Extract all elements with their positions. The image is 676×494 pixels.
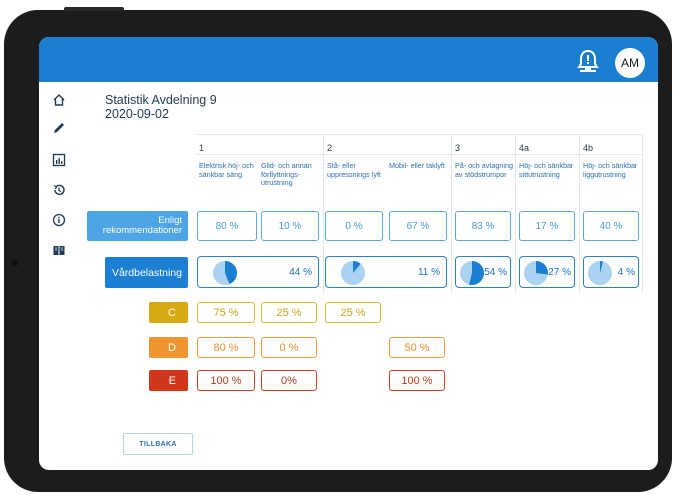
enligt-cell-7: 40 % — [583, 211, 639, 241]
user-avatar[interactable]: AM — [615, 48, 645, 78]
enligt-cell-6: 17 % — [519, 211, 575, 241]
col-desc-1b: Glid- och annan förflyttnings-utrustning — [261, 161, 312, 188]
e-cell-4: 100 % — [389, 370, 445, 391]
col-divider-3 — [451, 134, 452, 294]
vard-pie-5 — [588, 261, 612, 285]
e-cell-1: 100 % — [197, 370, 255, 391]
col-divider-2 — [323, 134, 324, 294]
col-divider-end — [642, 134, 643, 294]
vard-pie-2 — [341, 261, 365, 285]
vard-value-2: 11 % — [417, 266, 440, 278]
row-label-e: E — [149, 370, 188, 391]
c-cell-3: 25 % — [325, 302, 381, 323]
edit-icon[interactable] — [52, 121, 66, 135]
enligt-cell-2: 10 % — [261, 211, 319, 241]
col-desc-2b: Mobil- eller taklyft — [389, 161, 445, 170]
vard-value-4: 27 % — [548, 266, 571, 278]
d-cell-4: 50 % — [389, 337, 445, 358]
col-desc-3: På- och avtagning av stödstrumpor — [455, 161, 513, 179]
header-mid-line — [196, 154, 642, 155]
vard-pie-4 — [524, 261, 548, 285]
home-icon[interactable] — [52, 93, 66, 107]
vard-value-5: 4 % — [617, 266, 635, 278]
col-desc-4b: Höj- och sänkbar liggutrustning — [583, 161, 638, 179]
vard-value-3: 54 % — [484, 266, 507, 278]
vard-cell-3: 54 % — [455, 256, 511, 288]
vard-pie-3 — [460, 261, 484, 285]
c-cell-1: 75 % — [197, 302, 255, 323]
row-label-d: D — [149, 337, 188, 358]
book-icon[interactable] — [52, 243, 66, 257]
col-num-3: 3 — [455, 143, 461, 153]
col-divider-4a — [515, 134, 516, 294]
row-label-c: C — [149, 302, 188, 323]
header-top-line — [196, 134, 642, 135]
enligt-cell-5: 83 % — [455, 211, 511, 241]
enligt-cell-1: 80 % — [197, 211, 257, 241]
col-desc-1: Elektrisk höj- och sänkbar säng — [199, 161, 254, 179]
notification-bell-icon[interactable] — [577, 49, 599, 73]
enligt-cell-4: 67 % — [389, 211, 447, 241]
vard-pie-1 — [213, 261, 237, 285]
volume-button — [64, 7, 124, 11]
col-num-4b: 4b — [583, 143, 594, 153]
pie-slice — [536, 261, 548, 275]
col-desc-4a: Höj- och sänkbar sittutrustning — [519, 161, 574, 179]
row-label-enligt: Enligt rekommendationer — [87, 211, 188, 241]
chart-icon[interactable] — [52, 153, 66, 167]
d-cell-2: 0 % — [261, 337, 317, 358]
col-num-1: 1 — [199, 143, 205, 153]
c-cell-2: 25 % — [261, 302, 317, 323]
back-button[interactable]: TILLBAKA — [123, 433, 193, 455]
page-date: 2020-09-02 — [105, 107, 169, 121]
page-title-text: Statistik Avdelning 9 — [105, 93, 217, 107]
d-cell-1: 80 % — [197, 337, 255, 358]
info-icon[interactable] — [52, 213, 66, 227]
camera-icon — [12, 260, 18, 266]
vard-cell-2: 11 % — [325, 256, 447, 288]
e-cell-2: 0% — [261, 370, 317, 391]
col-divider-4b — [579, 134, 580, 294]
col-num-4a: 4a — [519, 143, 530, 153]
vard-value-1: 44 % — [289, 266, 312, 278]
history-icon[interactable] — [52, 183, 66, 197]
vard-cell-5: 4 % — [583, 256, 639, 288]
app-screen: AM Statistik Avdelning 9 2020-09-02 1 2 … — [39, 37, 658, 470]
page-title: Statistik Avdelning 9 2020-09-02 — [105, 93, 217, 121]
vard-cell-4: 27 % — [519, 256, 575, 288]
col-num-2: 2 — [327, 143, 333, 153]
row-label-vardbelastning: Vårdbelastning — [105, 257, 188, 288]
enligt-cell-3: 0 % — [325, 211, 383, 241]
col-desc-2: Stå- eller uppressnings lyft — [327, 161, 381, 179]
top-bar: AM — [39, 37, 658, 82]
vard-cell-1: 44 % — [197, 256, 319, 288]
